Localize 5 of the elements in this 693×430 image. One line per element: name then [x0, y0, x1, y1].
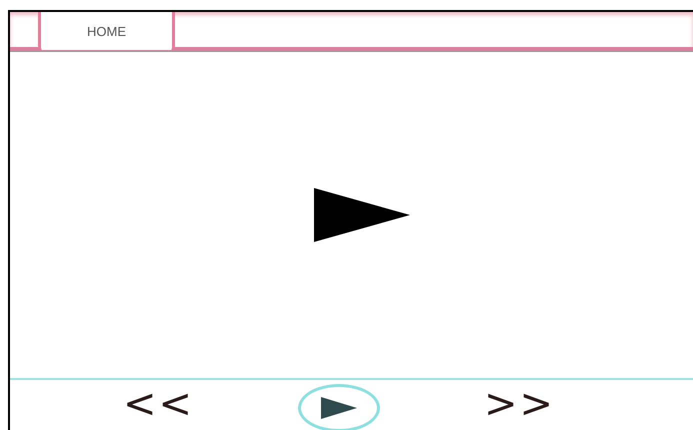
home-tab[interactable]: HOME: [38, 12, 175, 50]
previous-button[interactable]: <<: [123, 384, 194, 424]
next-button[interactable]: >>: [484, 384, 556, 424]
play-icon[interactable]: [314, 188, 410, 242]
play-icon: [321, 396, 358, 419]
